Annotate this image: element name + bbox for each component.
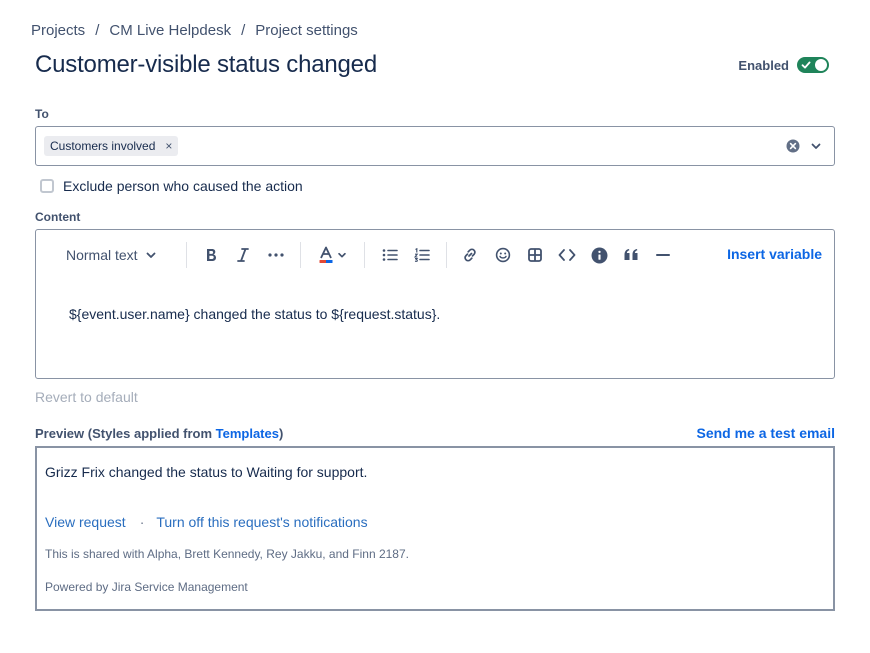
info-panel-button[interactable] (589, 244, 609, 266)
breadcrumb: Projects / CM Live Helpdesk / Project se… (31, 22, 358, 39)
editor-toolbar: Normal text Insert variable (36, 230, 834, 278)
to-label: To (35, 107, 49, 121)
email-preview: Grizz Frix changed the status to Waiting… (35, 446, 835, 611)
chevron-down-icon (146, 252, 155, 258)
enabled-label: Enabled (738, 57, 789, 73)
toggle-knob (815, 59, 827, 71)
breadcrumb-separator: / (241, 22, 246, 39)
divider-icon (656, 254, 670, 256)
exclude-checkbox[interactable] (40, 179, 54, 193)
italic-icon (237, 248, 249, 262)
divider-button[interactable] (653, 244, 673, 266)
templates-link[interactable]: Templates (216, 426, 279, 441)
preview-label-suffix: ) (278, 426, 284, 441)
code-button[interactable] (557, 244, 577, 266)
exclude-checkbox-label[interactable]: Exclude person who caused the action (63, 178, 303, 194)
numbered-list-button[interactable] (412, 244, 432, 266)
bold-icon (207, 249, 216, 261)
preview-label: Preview (Styles applied from Templates) (35, 426, 283, 441)
bullet-list-icon (382, 249, 398, 261)
send-test-email-button[interactable]: Send me a test email (696, 425, 835, 441)
toolbar-divider (446, 242, 447, 268)
tag-remove-button[interactable]: × (165, 140, 172, 152)
italic-button[interactable] (234, 244, 252, 266)
text-style-dropdown[interactable]: Normal text (66, 244, 157, 266)
text-style-label: Normal text (66, 247, 138, 263)
recipients-select[interactable]: Customers involved × (35, 126, 835, 166)
info-icon (591, 247, 607, 263)
editor-content[interactable]: ${event.user.name} changed the status to… (69, 306, 440, 322)
content-label: Content (35, 210, 81, 224)
breadcrumb-project[interactable]: CM Live Helpdesk (109, 22, 231, 39)
link-button[interactable] (460, 244, 480, 266)
view-request-link[interactable]: View request (45, 514, 126, 530)
more-icon (268, 253, 284, 257)
quote-button[interactable] (621, 244, 641, 266)
recipient-tag: Customers involved × (44, 136, 179, 156)
link-icon (464, 248, 476, 262)
toolbar-divider (364, 242, 365, 268)
bold-button[interactable] (202, 244, 220, 266)
shared-with-text: This is shared with Alpha, Brett Kennedy… (45, 547, 409, 561)
page-title: Customer-visible status changed (35, 51, 377, 78)
powered-by-text: Powered by Jira Service Management (45, 580, 248, 594)
emoji-button[interactable] (493, 244, 513, 266)
chevron-down-icon[interactable] (810, 140, 822, 152)
check-icon (801, 61, 811, 69)
chevron-down-icon (337, 252, 346, 258)
insert-variable-button[interactable]: Insert variable (727, 246, 822, 262)
preview-label-prefix: Preview (Styles applied from (35, 426, 216, 441)
recipient-tag-label: Customers involved (50, 139, 156, 153)
table-icon (528, 248, 542, 262)
emoji-icon (495, 247, 511, 263)
breadcrumb-project-settings[interactable]: Project settings (255, 22, 358, 39)
breadcrumb-projects[interactable]: Projects (31, 22, 85, 39)
code-icon (558, 249, 576, 261)
preview-links: View request · Turn off this request's n… (45, 514, 368, 530)
bullet-list-button[interactable] (380, 244, 400, 266)
text-color-button[interactable] (316, 244, 348, 266)
enabled-toggle-group: Enabled (738, 57, 829, 73)
breadcrumb-separator: / (95, 22, 100, 39)
enabled-toggle[interactable] (797, 57, 829, 73)
toolbar-divider (300, 242, 301, 268)
more-formatting-button[interactable] (266, 244, 286, 266)
clear-icon[interactable] (786, 139, 800, 153)
toolbar-divider (186, 242, 187, 268)
preview-message: Grizz Frix changed the status to Waiting… (45, 464, 368, 480)
content-editor: Normal text Insert variable ${event.user… (35, 229, 835, 379)
revert-to-default-button[interactable]: Revert to default (35, 389, 138, 405)
exclude-option: Exclude person who caused the action (40, 178, 303, 194)
table-button[interactable] (525, 244, 545, 266)
numbered-list-icon (414, 248, 430, 262)
link-separator: · (139, 514, 145, 530)
text-color-icon (319, 246, 332, 263)
turn-off-notifications-link[interactable]: Turn off this request's notifications (156, 514, 367, 530)
quote-icon (624, 249, 638, 260)
